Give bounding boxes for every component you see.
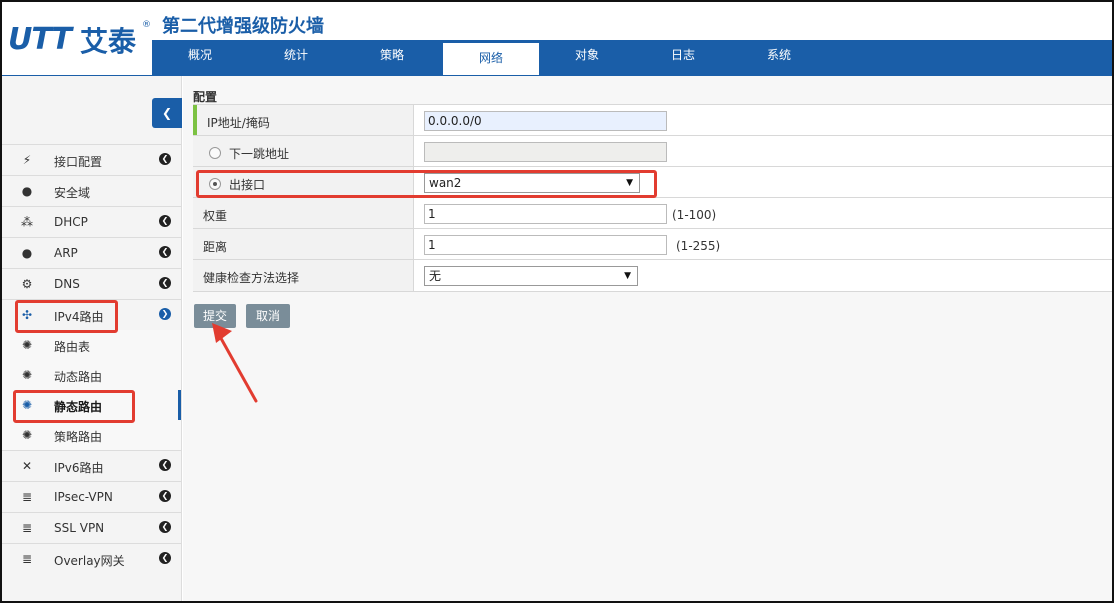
sidebar-item-policy-routing[interactable]: ✺ 策略路由 <box>2 420 181 450</box>
annotation-box-static-routing <box>13 390 135 423</box>
tab-overview[interactable]: 概况 <box>152 40 248 75</box>
distance-range-hint: (1-255) <box>676 239 721 253</box>
tab-network[interactable]: 网络 <box>443 43 539 78</box>
annotation-box-ipv4-routing <box>15 300 118 333</box>
top-navigation: 概况 统计 策略 网络 对象 日志 系统 <box>152 40 1112 78</box>
tab-log[interactable]: 日志 <box>635 40 731 75</box>
list-icon: ≣ <box>21 521 33 535</box>
sidebar-item-ipv6-routing[interactable]: ✕ IPv6路由 ❮ <box>2 450 181 481</box>
row-next-hop: 下一跳地址 <box>193 135 1112 168</box>
sidebar: ❮ ⚡ 接口配置 ❮ ● 安全域 ⁂ DHCP ❮ ● ARP ❮ ⚙ DNS … <box>2 76 182 601</box>
globe-icon: ● <box>21 184 33 198</box>
sidebar-item-dns[interactable]: ⚙ DNS ❮ <box>2 268 181 299</box>
weight-label: 权重 <box>203 209 228 223</box>
logo-latin: UTT <box>8 22 72 57</box>
annotation-box-out-interface <box>196 170 657 198</box>
sidebar-item-ssl-vpn[interactable]: ≣ SSL VPN ❮ <box>2 512 181 543</box>
sidebar-item-arp[interactable]: ● ARP ❮ <box>2 237 181 268</box>
sidebar-menu: ⚡ 接口配置 ❮ ● 安全域 ⁂ DHCP ❮ ● ARP ❮ ⚙ DNS ❮ <box>2 144 181 574</box>
next-hop-label: 下一跳地址 <box>229 147 290 161</box>
sidebar-item-overlay-gateway[interactable]: ≣ Overlay网关 ❮ <box>2 543 181 574</box>
chevron-left-icon: ❮ <box>159 490 171 502</box>
next-hop-radio[interactable] <box>209 147 221 159</box>
active-indicator <box>178 390 181 420</box>
next-hop-input[interactable] <box>424 142 667 162</box>
company-logo: UTT 艾泰 ® <box>6 10 152 66</box>
chevron-left-icon: ❮ <box>159 277 171 289</box>
chevron-left-icon: ❮ <box>159 215 171 227</box>
weight-input[interactable]: 1 <box>424 204 667 224</box>
gears-icon: ⚙ <box>21 277 33 291</box>
sidebar-collapse-button[interactable]: ❮ <box>152 98 182 128</box>
main-content: 配置 IP地址/掩码 0.0.0.0/0 下一跳地址 出接口 wan2 ▼ 权重… <box>183 76 1112 601</box>
ip-mask-label: IP地址/掩码 <box>207 116 270 130</box>
tab-statistics[interactable]: 统计 <box>248 40 344 75</box>
sidebar-item-label: 动态路由 <box>54 370 103 384</box>
sidebar-item-label: ARP <box>54 246 78 260</box>
sidebar-item-ipsec-vpn[interactable]: ≣ IPsec-VPN ❮ <box>2 481 181 512</box>
sidebar-item-label: DHCP <box>54 215 88 229</box>
row-distance: 距离 1 (1-255) <box>193 228 1112 261</box>
tab-object[interactable]: 对象 <box>539 40 635 75</box>
network-icon: ⁂ <box>21 215 33 229</box>
dropdown-caret-icon: ▼ <box>624 271 631 281</box>
sidebar-item-label: 接口配置 <box>54 155 103 169</box>
weight-range-hint: (1-100) <box>672 208 717 222</box>
chevron-left-icon: ❮ <box>159 521 171 533</box>
chevron-down-icon: ❯ <box>159 308 171 320</box>
sidebar-item-dynamic-routing[interactable]: ✺ 动态路由 <box>2 360 181 390</box>
sidebar-item-label: DNS <box>54 277 80 291</box>
chevron-left-icon: ❮ <box>161 106 173 120</box>
sidebar-item-label: Overlay网关 <box>54 554 125 568</box>
chevron-left-icon: ❮ <box>159 153 171 165</box>
list-icon: ≣ <box>21 490 33 504</box>
sidebar-item-label: IPsec-VPN <box>54 490 113 504</box>
expand-icon: ✕ <box>21 459 33 473</box>
logo-cn: 艾泰 <box>80 25 137 58</box>
distance-input[interactable]: 1 <box>424 235 667 255</box>
sidebar-item-label: 路由表 <box>54 340 91 354</box>
distance-label: 距离 <box>203 240 228 254</box>
sidebar-item-label: 策略路由 <box>54 430 103 444</box>
tab-system[interactable]: 系统 <box>731 40 827 75</box>
ip-mask-input[interactable]: 0.0.0.0/0 <box>424 111 667 131</box>
product-title: 第二代增强级防火墙 <box>162 16 324 37</box>
row-ip-mask: IP地址/掩码 0.0.0.0/0 <box>193 104 1112 137</box>
sidebar-item-security-zone[interactable]: ● 安全域 <box>2 175 181 206</box>
gear-icon: ✺ <box>21 368 33 382</box>
section-title: 配置 <box>193 90 218 104</box>
tab-policy[interactable]: 策略 <box>344 40 440 75</box>
chevron-left-icon: ❮ <box>159 552 171 564</box>
chevron-left-icon: ❮ <box>159 459 171 471</box>
sidebar-item-dhcp[interactable]: ⁂ DHCP ❮ <box>2 206 181 237</box>
gear-icon: ✺ <box>21 428 33 442</box>
list-icon: ≣ <box>21 552 33 566</box>
health-check-select[interactable]: 无 ▼ <box>424 266 638 286</box>
sidebar-item-routing-table[interactable]: ✺ 路由表 <box>2 330 181 360</box>
row-weight: 权重 1 (1-100) <box>193 197 1112 230</box>
health-check-value: 无 <box>429 269 442 283</box>
globe-icon: ● <box>21 246 33 260</box>
plug-icon: ⚡ <box>22 153 32 167</box>
sidebar-item-interface-config[interactable]: ⚡ 接口配置 ❮ <box>2 144 181 175</box>
row-health-check: 健康检查方法选择 无 ▼ <box>193 259 1112 292</box>
logo-reg-mark: ® <box>142 20 151 30</box>
sidebar-item-label: IPv6路由 <box>54 461 104 475</box>
chevron-left-icon: ❮ <box>159 246 171 258</box>
gear-icon: ✺ <box>21 338 33 352</box>
app-window: UTT 艾泰 ® 第二代增强级防火墙 概况 统计 策略 网络 对象 日志 系统 … <box>0 0 1114 603</box>
annotation-arrow <box>212 323 258 403</box>
health-check-label: 健康检查方法选择 <box>203 271 300 285</box>
sidebar-item-label: SSL VPN <box>54 521 105 535</box>
sidebar-item-label: 安全域 <box>54 186 91 200</box>
